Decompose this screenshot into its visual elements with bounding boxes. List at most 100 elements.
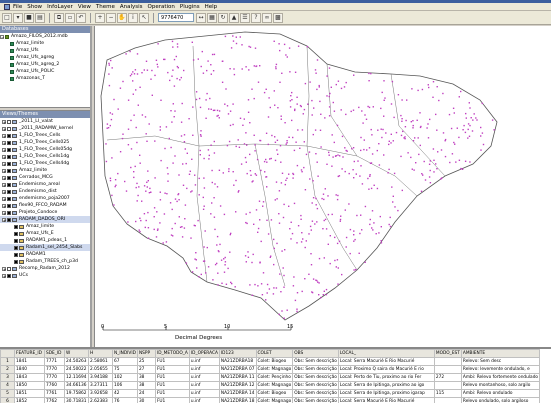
visibility-checkbox[interactable] [14, 252, 18, 257]
view-item[interactable]: + endemismo_poja2007 [0, 195, 90, 202]
visibility-checkbox[interactable] [14, 245, 18, 250]
visibility-checkbox[interactable] [7, 119, 11, 124]
database-table-item[interactable]: Amaz_Ufs_agreg [0, 54, 90, 61]
column-header[interactable]: W [64, 349, 89, 358]
column-header[interactable]: LOCAL_ [337, 349, 435, 358]
query-icon[interactable]: ? [251, 12, 261, 23]
view-item[interactable]: + Endemismo_areal [0, 181, 90, 188]
visibility-checkbox[interactable] [7, 273, 11, 278]
expand-icon[interactable]: + [2, 273, 6, 278]
menu-infolayer[interactable]: InfoLayer [47, 4, 73, 10]
undo-icon[interactable]: ↶ [76, 12, 86, 23]
visibility-checkbox[interactable] [7, 168, 11, 173]
visibility-checkbox[interactable] [7, 147, 11, 152]
view-item[interactable]: + Endemismo_dist [0, 188, 90, 195]
expand-icon[interactable]: + [2, 147, 6, 152]
select-icon[interactable]: ↖ [139, 12, 149, 23]
column-header[interactable]: N_INDIVID [112, 349, 138, 358]
visibility-checkbox[interactable] [7, 196, 11, 201]
menu-view[interactable]: View [78, 4, 91, 10]
view-item[interactable]: + _2011_LI_valat [0, 118, 90, 125]
database-table-item[interactable]: Amazonas_T [0, 75, 90, 82]
column-header[interactable]: ID123 [218, 349, 257, 358]
expand-icon[interactable]: + [2, 175, 6, 180]
expand-icon[interactable]: + [2, 210, 6, 215]
column-header[interactable]: H [88, 349, 113, 358]
expand-icon[interactable]: + [2, 161, 6, 166]
view-item[interactable]: + Cerrados_MCG [0, 174, 90, 181]
visibility-checkbox[interactable] [7, 189, 11, 194]
database-table-item[interactable]: Amaz_Ufs_POLIC [0, 68, 90, 75]
menu-analysis[interactable]: Analysis [120, 4, 143, 10]
save-icon[interactable]: ■ [24, 12, 34, 23]
visibility-checkbox[interactable] [7, 210, 11, 215]
link-icon[interactable]: ∞ [262, 12, 272, 23]
visibility-checkbox[interactable] [7, 140, 11, 145]
menu-show[interactable]: Show [27, 4, 42, 10]
table-row[interactable]: 6 1852 7762 30.71831 2.62383 76 30 FU1 u.inf NA21… [0, 397, 541, 403]
collapse-icon[interactable]: − [0, 34, 4, 39]
column-header[interactable]: NSPP [136, 349, 156, 358]
new-icon[interactable]: □ [2, 12, 12, 23]
menu-operation[interactable]: Operation [148, 4, 175, 10]
theme-item[interactable]: RADAM1 [0, 251, 90, 258]
view-item[interactable]: + UCs [0, 272, 90, 279]
theme-item[interactable]: Radam1_sel_2454_Slabs [0, 244, 90, 251]
table-row[interactable]: 1 1841 7771 24.50263 2.58061 67 25 FU1 u.inf NA21… [0, 357, 541, 366]
visibility-checkbox[interactable] [7, 203, 11, 208]
visibility-checkbox[interactable] [14, 238, 18, 243]
open-icon[interactable]: ▾ [13, 12, 23, 23]
menu-plugins[interactable]: Plugins [180, 4, 200, 10]
paste-icon[interactable]: ▫ [65, 12, 75, 23]
table-row[interactable]: 5 1851 7761 19.75862 3.92658 42 24 FU1 u.inf NA21… [0, 389, 541, 398]
view-item[interactable]: + Projeto_Condoce [0, 209, 90, 216]
measure-icon[interactable]: ↔ [196, 12, 206, 23]
visibility-checkbox[interactable] [7, 154, 11, 159]
refresh-icon[interactable]: ↻ [218, 12, 228, 23]
zoom-in-icon[interactable]: + [95, 12, 105, 23]
expand-icon[interactable]: + [2, 154, 6, 159]
visibility-checkbox[interactable] [7, 182, 11, 187]
layer-icon[interactable]: ▲ [229, 12, 239, 23]
theme-item[interactable]: Amaz_limite [0, 223, 90, 230]
menu-help[interactable]: Help [205, 4, 218, 10]
visibility-checkbox[interactable] [7, 133, 11, 138]
expand-icon[interactable]: + [2, 203, 6, 208]
expand-icon[interactable]: + [2, 217, 6, 222]
database-root[interactable]: − Amazo_FILOS_2012.mdb [0, 33, 90, 40]
grid-icon[interactable]: ▦ [207, 12, 217, 23]
view-item[interactable]: + Recomp_Radam_2012 [0, 265, 90, 272]
view-item[interactable]: +1_FLO_Trees_Cells4dg [0, 160, 90, 167]
view-item[interactable]: + flex90_FFCO_RADAM [0, 202, 90, 209]
column-header[interactable]: SDE_ID [44, 349, 65, 358]
pan-icon[interactable]: ✋ [117, 12, 127, 23]
menu-theme[interactable]: Theme [96, 4, 115, 10]
column-header[interactable]: OBS [292, 349, 339, 358]
copy-icon[interactable]: ⧉ [54, 12, 64, 23]
expand-icon[interactable]: + [2, 189, 6, 194]
expand-icon[interactable]: + [2, 168, 6, 173]
zoom-out-icon[interactable]: − [106, 12, 116, 23]
expand-icon[interactable]: + [2, 126, 6, 131]
expand-icon[interactable]: + [2, 266, 6, 271]
table-row[interactable]: 2 1840 7770 24.50022 2.05655 75 27 FU1 u.inf NA21… [0, 365, 541, 374]
expand-icon[interactable]: + [2, 133, 6, 138]
theme-item[interactable]: Amaz_Ufs_E [0, 230, 90, 237]
database-table-item[interactable]: Amaz_limite [0, 40, 90, 47]
map-svg[interactable]: 0 5 10 15 Decimal Degrees [95, 26, 551, 347]
column-header[interactable]: AMBIENTE [460, 349, 541, 358]
chart-icon[interactable]: ▩ [273, 12, 283, 23]
theme-item[interactable]: Radam_TREES_ch_p3d [0, 258, 90, 265]
table-row[interactable]: 3 1843 7770 12.11694 3.94188 102 38 FU1 u.inf NA2… [0, 373, 541, 382]
column-header[interactable]: COLET [255, 349, 294, 358]
attribute-table[interactable]: FEATURE_ID SDE_ID W H N_INDIVID NSPP ID_METODO… [0, 347, 551, 403]
visibility-checkbox[interactable] [7, 217, 11, 222]
column-header[interactable]: MODO_EST [433, 349, 462, 358]
visibility-checkbox[interactable] [14, 259, 18, 264]
expand-icon[interactable]: + [2, 196, 6, 201]
visibility-checkbox[interactable] [7, 266, 11, 271]
visibility-checkbox[interactable] [7, 161, 11, 166]
expand-icon[interactable]: + [2, 140, 6, 145]
visibility-checkbox[interactable] [14, 231, 18, 236]
view-item[interactable]: +1_FLO_Trees_Cells1dg [0, 153, 90, 160]
